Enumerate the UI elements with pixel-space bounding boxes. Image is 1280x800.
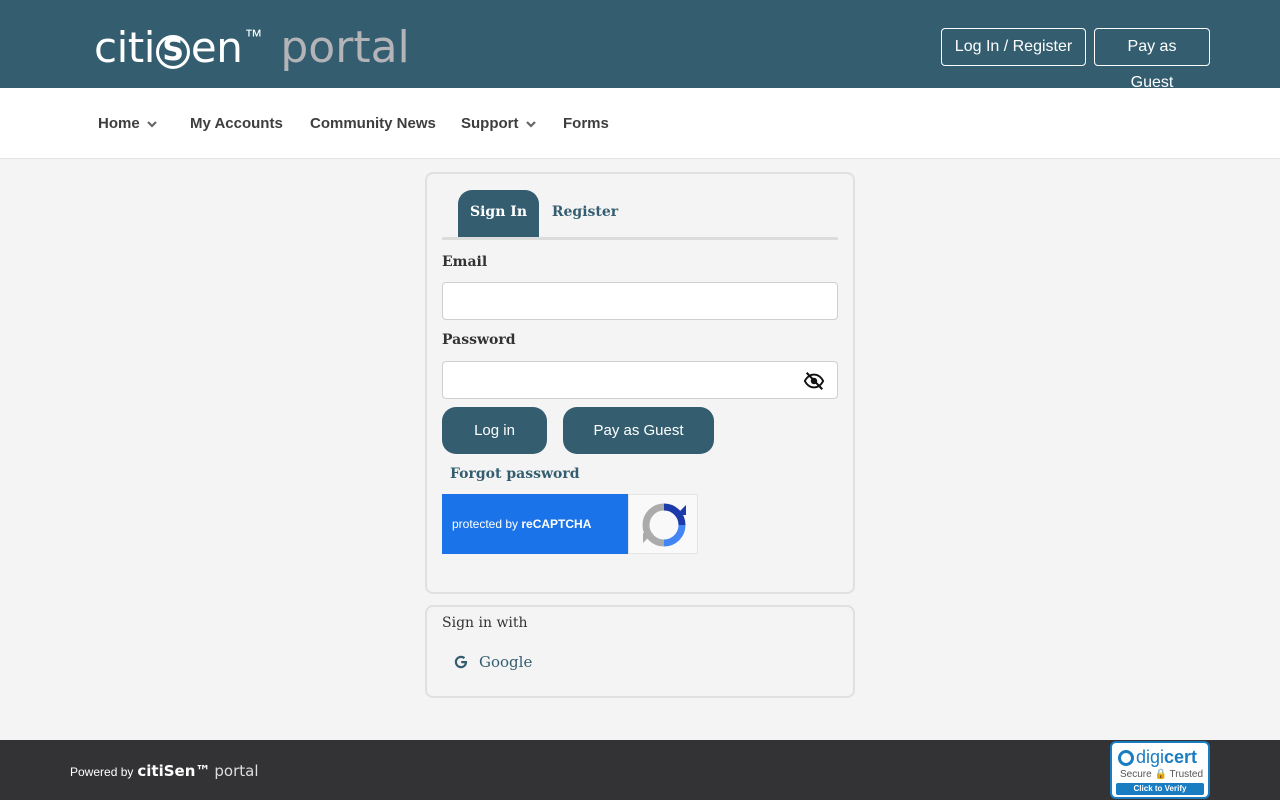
recaptcha-name: reCAPTCHA [521, 517, 592, 531]
footer: Powered by citiSen™ portal [0, 740, 1280, 800]
tab-sign-in[interactable]: Sign In [458, 190, 539, 237]
google-icon [454, 655, 468, 669]
chevron-down-icon [146, 120, 157, 128]
nav-item-label: My Accounts [190, 115, 283, 132]
header-pay-as-guest-button[interactable]: Pay as Guest [1094, 28, 1210, 91]
email-label: Email [442, 254, 488, 270]
pay-as-guest-button[interactable]: Pay as Guest [563, 407, 714, 454]
recaptcha-logo [628, 494, 698, 554]
nav-item-label: Forms [563, 115, 609, 132]
digicert-ring-icon [1118, 749, 1134, 766]
tab-register[interactable]: Register [542, 190, 628, 237]
powered-by-text: Powered by [70, 765, 134, 779]
signin-with-title: Sign in with [442, 615, 528, 631]
digicert-verify-text: Click to Verify [1116, 783, 1204, 795]
nav-item-forms[interactable]: Forms [563, 115, 609, 132]
logo-s-glyph: S [155, 35, 190, 69]
nav-item-label: Community News [310, 115, 436, 132]
recaptcha-icon [642, 503, 686, 547]
recaptcha-prefix: protected by [452, 517, 522, 531]
signin-tabs: Sign In Register [442, 190, 838, 240]
nav-item-my-accounts[interactable]: My Accounts [190, 115, 283, 132]
logo-trademark: ™ [244, 26, 263, 46]
email-field[interactable] [442, 282, 838, 320]
logo-brand-part2: en [190, 23, 243, 72]
nav-item-support[interactable]: Support [461, 115, 537, 132]
logo-brand: citi Sen [94, 22, 243, 74]
nav-item-home[interactable]: Home [98, 115, 158, 132]
google-label: Google [479, 653, 533, 671]
google-signin-button[interactable]: Google [453, 653, 532, 671]
top-header: citi Sen ™ portal Log In / Register Pay a… [0, 0, 1280, 91]
nav-item-label: Support [461, 115, 519, 132]
citisen-portal-logo[interactable]: citi Sen ™ portal [94, 22, 410, 74]
digicert-secure-text: Secure 🔒 Trusted [1120, 769, 1204, 780]
digicert-seal[interactable]: digi cert Secure 🔒 Trusted Click to Verif… [1110, 741, 1210, 799]
eye-slash-icon[interactable] [803, 370, 825, 392]
nav-item-community-news[interactable]: Community News [310, 115, 436, 132]
password-label: Password [442, 332, 516, 348]
digicert-name-a: digi [1136, 747, 1165, 767]
nav-item-label: Home [98, 115, 140, 132]
powered-by: Powered by citiSen™ portal [70, 762, 259, 780]
logo-brand-part1: citi [94, 23, 155, 72]
login-button[interactable]: Log in [442, 407, 547, 454]
forgot-password-link[interactable]: Forgot password [450, 466, 580, 482]
footer-portal-word: portal [214, 762, 259, 780]
recaptcha-label: protected by reCAPTCHA [442, 494, 628, 554]
digicert-name-b: cert [1164, 747, 1198, 767]
signin-with-card: Sign in with Google [425, 605, 855, 698]
login-register-button[interactable]: Log In / Register [941, 28, 1086, 66]
footer-brand: citiSen™ [137, 762, 211, 780]
recaptcha-badge[interactable]: protected by reCAPTCHA [442, 494, 698, 554]
digicert-name: digi cert [1118, 747, 1197, 768]
main-nav: Home My Accounts Community News Support … [0, 88, 1280, 159]
password-field[interactable] [442, 361, 838, 399]
chevron-down-icon [525, 120, 536, 128]
signin-card: Sign In Register Email Password Log in P… [425, 172, 855, 594]
logo-portal-word: portal [280, 22, 410, 73]
